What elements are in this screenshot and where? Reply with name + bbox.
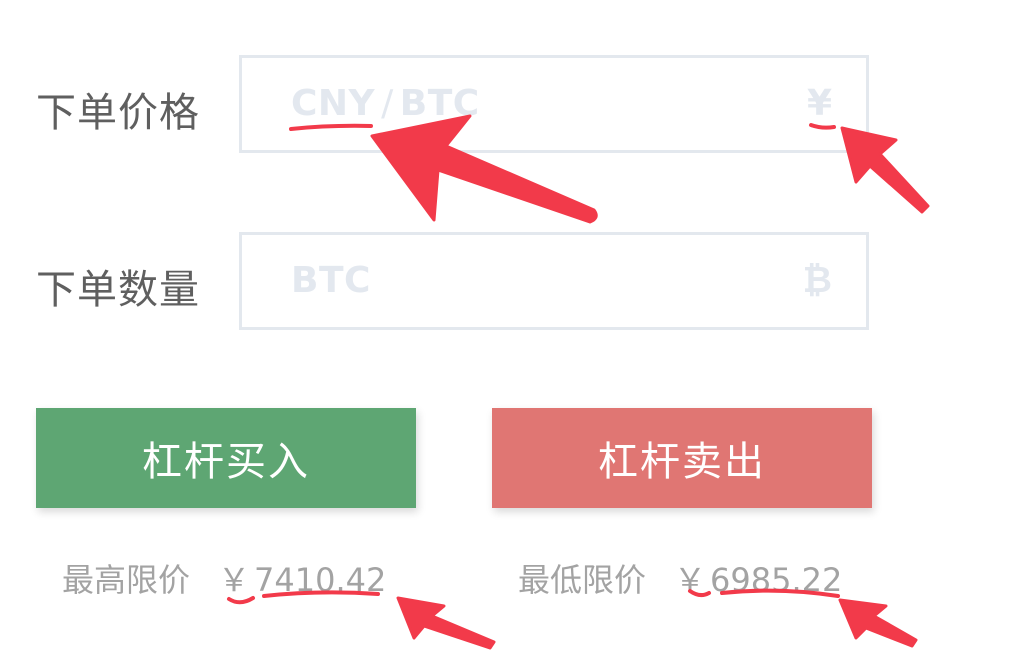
min-limit-currency: ￥ [674,561,707,599]
amount-placeholder: BTC [291,260,371,301]
leverage-buy-button[interactable]: 杠杆买入 [36,408,416,508]
arrow-to-max-value [396,596,496,650]
max-limit-price: 最高限价 ￥ 7410.42 [62,555,386,601]
yuan-icon: ¥ [806,83,832,124]
max-limit-value: 7410.42 [254,561,387,599]
leverage-sell-button[interactable]: 杠杆卖出 [492,408,872,508]
price-placeholder-quote: CNY [291,83,376,124]
arrow-to-min-value [838,598,918,648]
min-limit-price: 最低限价 ￥ 6985.22 [518,555,842,601]
price-label: 下单价格 [36,90,200,136]
price-placeholder-separator: / [381,83,394,124]
max-limit-currency: ￥ [218,561,251,599]
amount-label: 下单数量 [36,267,200,313]
order-form: 下单价格 CNY / BTC ¥ 下单数量 BTC ₿ 杠杆买入 杠杆卖出 最高限价… [0,0,1030,670]
amount-input[interactable]: BTC ₿ [239,232,869,330]
min-limit-label: 最低限价 [518,561,647,599]
price-placeholder: CNY / BTC [291,58,480,150]
bitcoin-icon: ₿ [802,260,832,301]
price-input[interactable]: CNY / BTC ¥ [239,55,869,153]
max-limit-label: 最高限价 [62,561,191,599]
min-limit-value: 6985.22 [710,561,843,599]
price-placeholder-base: BTC [399,83,480,124]
